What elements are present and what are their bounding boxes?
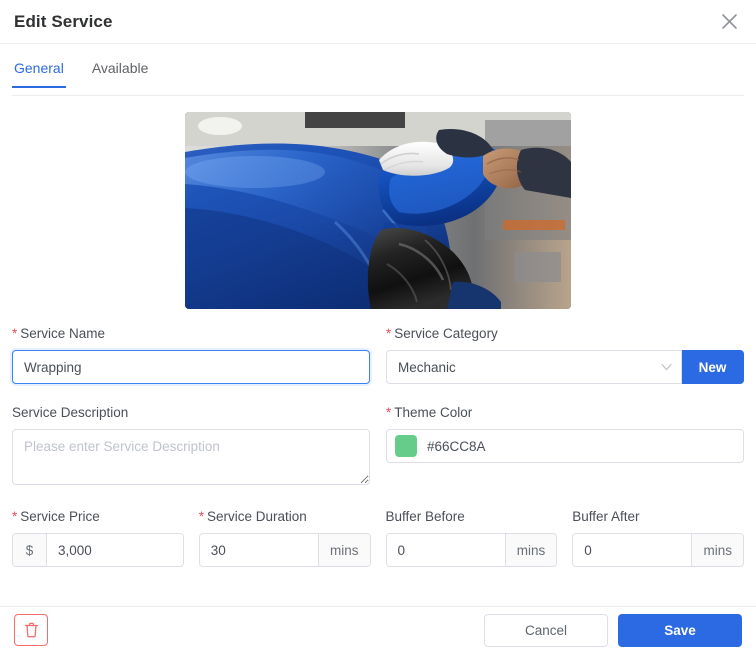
label-service-price: * Service Price [12, 509, 100, 524]
currency-prefix: $ [13, 534, 47, 566]
field-service-price: * Service Price $ [12, 508, 184, 567]
car-wrapping-illustration [185, 112, 571, 309]
service-name-input[interactable] [12, 350, 370, 384]
label-theme-color: * Theme Color [386, 405, 473, 420]
service-image[interactable] [185, 112, 571, 309]
modal-footer: Cancel Save [0, 606, 756, 653]
tabs-container: General Available [0, 58, 756, 100]
field-buffer-before: Buffer Before mins [385, 508, 558, 567]
theme-color-value: #66CC8A [427, 438, 486, 454]
buffer-before-group: mins [385, 533, 558, 567]
service-category-group: New [386, 350, 744, 384]
close-icon-glyph [721, 14, 737, 29]
required-asterisk: * [12, 509, 18, 524]
tab-general[interactable]: General [12, 58, 66, 88]
service-duration-group: mins [198, 533, 371, 567]
color-swatch[interactable] [395, 435, 417, 457]
save-button[interactable]: Save [618, 613, 742, 647]
buffer-before-input[interactable] [386, 534, 505, 566]
service-price-input[interactable] [47, 534, 183, 566]
service-duration-input[interactable] [199, 534, 318, 566]
service-description-textarea[interactable] [12, 429, 370, 485]
label-service-duration: * Service Duration [198, 509, 307, 524]
tab-list: General Available [12, 58, 744, 96]
modal-header: Edit Service [0, 0, 756, 44]
label-service-category: * Service Category [386, 326, 498, 341]
field-theme-color: * Theme Color #66CC8A [386, 404, 744, 490]
page-title: Edit Service [14, 11, 113, 31]
label-service-name: * Service Name [12, 326, 106, 341]
service-image-row [12, 100, 744, 309]
service-price-group: $ [12, 533, 184, 567]
service-category-select-shell [386, 350, 682, 384]
label-buffer-before: Buffer Before [385, 509, 465, 524]
buffer-after-group: mins [572, 533, 744, 567]
buffer-after-unit-suffix: mins [691, 534, 743, 566]
buffer-after-input[interactable] [573, 534, 692, 566]
required-asterisk: * [386, 405, 392, 420]
required-asterisk: * [198, 509, 205, 524]
trash-icon [24, 622, 38, 638]
required-asterisk: * [12, 326, 18, 341]
edit-service-modal: Edit Service General Available * Service… [0, 0, 756, 653]
field-service-duration: *Service Duration mins [198, 508, 371, 567]
required-asterisk: * [386, 326, 392, 341]
field-buffer-after: Buffer After mins [572, 508, 744, 567]
duration-unit-suffix: mins [317, 534, 370, 566]
label-buffer-after: Buffer After [572, 509, 640, 524]
field-service-description: Service Description [12, 404, 370, 490]
buffer-before-unit-suffix: mins [504, 534, 557, 566]
close-icon[interactable] [716, 9, 742, 35]
cancel-button[interactable]: Cancel [484, 613, 608, 647]
form-grid-top: *Service Name *Service Category [12, 309, 744, 492]
modal-body: *Service Name *Service Category [0, 100, 756, 606]
delete-service-button[interactable] [14, 614, 48, 646]
label-service-description: Service Description [12, 405, 129, 420]
new-category-button[interactable]: New [682, 350, 744, 384]
service-category-select[interactable] [386, 350, 682, 384]
field-service-name: * Service Name [12, 325, 370, 384]
form-grid-bottom: *Service Price $ *Service Duration mins … [12, 492, 744, 569]
tab-available[interactable]: Available [90, 58, 151, 87]
theme-color-field[interactable]: #66CC8A [386, 429, 744, 463]
field-service-category: *Service Category New [386, 325, 744, 384]
